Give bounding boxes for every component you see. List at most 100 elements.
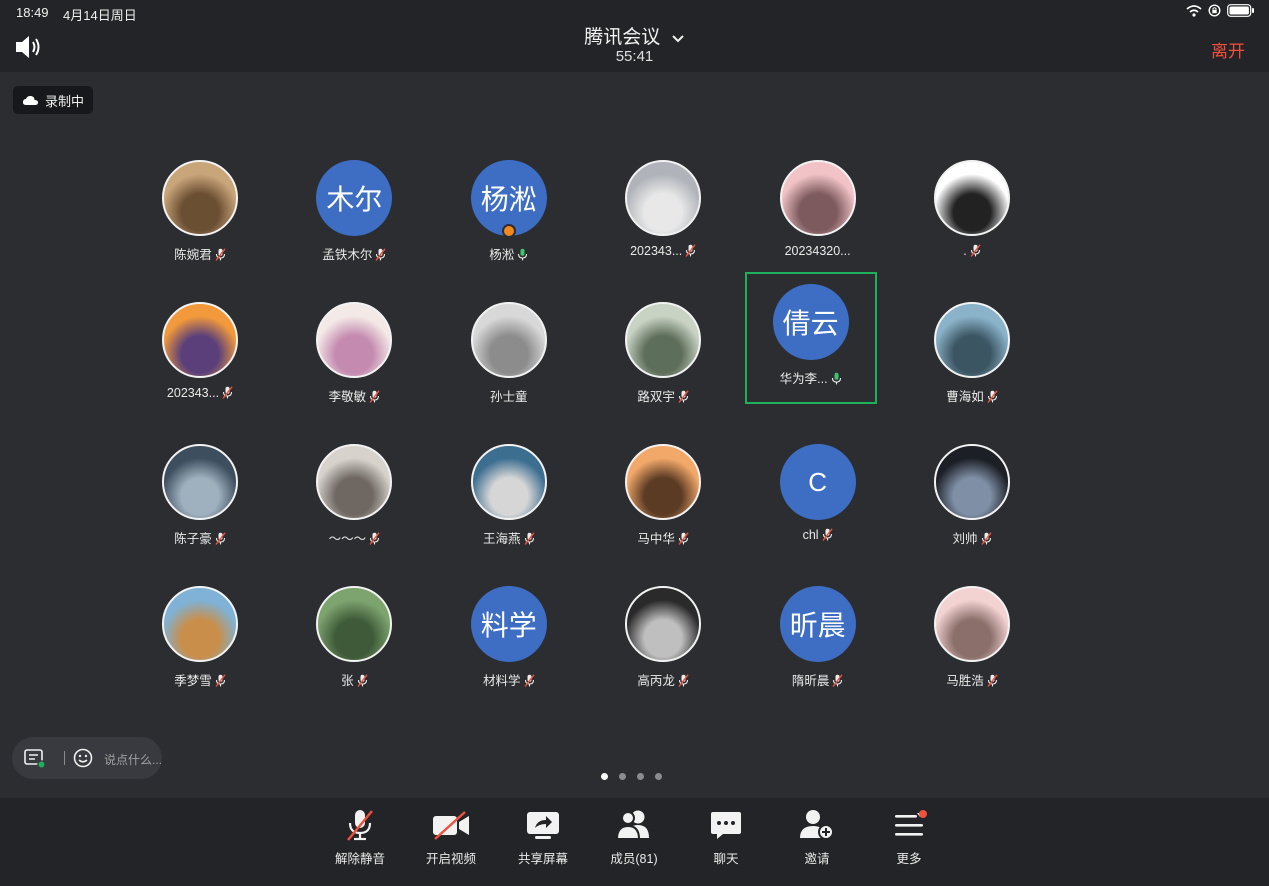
more-button[interactable]: 更多	[869, 808, 949, 867]
participant-tile[interactable]: 倩云 华为李...	[744, 272, 877, 404]
recording-badge[interactable]: 录制中	[13, 86, 93, 114]
invite-label: 邀请	[804, 852, 830, 866]
participant-avatar	[162, 444, 238, 520]
participant-tile[interactable]: 高丙龙	[597, 586, 729, 718]
screen-lock-icon	[1208, 4, 1221, 17]
participant-name: 马胜浩	[895, 670, 1049, 689]
start-video-label: 开启视频	[425, 852, 476, 866]
cloud-icon	[22, 95, 38, 105]
participant-name: ～～～	[277, 528, 431, 547]
participant-tile[interactable]: 季梦雪	[134, 586, 266, 718]
participant-tile[interactable]: 料学材料学	[443, 586, 575, 718]
participant-avatar	[779, 160, 856, 236]
participant-name-text: 王海燕	[483, 532, 521, 546]
participant-tile[interactable]: 202343...	[597, 160, 729, 292]
more-label: 更多	[896, 852, 922, 866]
chat-input-pill[interactable]: 说点什么...	[12, 737, 162, 779]
participant-tile[interactable]: 刘帅	[906, 444, 1038, 576]
participant-tile[interactable]: 马中华	[597, 444, 729, 576]
participant-tile[interactable]: 杨淞 杨淞	[443, 160, 575, 292]
participant-tile[interactable]: 王海燕	[443, 444, 575, 576]
participant-tile[interactable]: 孙士童	[443, 302, 575, 434]
divider	[64, 751, 65, 765]
participant-tile[interactable]: 202343...	[134, 302, 266, 434]
share-screen-icon	[527, 812, 559, 839]
participant-name: 陈婉君	[123, 244, 277, 263]
participant-avatar	[316, 444, 393, 520]
participant-avatar	[316, 586, 393, 662]
share-screen-button[interactable]: 共享屏幕	[503, 808, 583, 867]
participant-avatar	[934, 302, 1010, 378]
participant-name: 曹海如	[895, 386, 1049, 405]
invite-button[interactable]: 邀请	[777, 808, 857, 867]
participant-name: chl	[741, 528, 895, 542]
participant-name: 李敬敏	[277, 386, 431, 405]
participant-tile[interactable]: .	[906, 160, 1038, 292]
participant-tile[interactable]: 曹海如	[906, 302, 1038, 434]
participant-avatar	[934, 160, 1010, 236]
participant-name: 刘帅	[895, 528, 1049, 547]
members-icon	[615, 810, 649, 840]
participant-tile[interactable]: 陈婉君	[134, 160, 266, 292]
participant-tile[interactable]: 李敬敏	[288, 302, 420, 434]
meeting-title-button[interactable]: 腾讯会议	[0, 22, 1269, 49]
participant-avatar	[625, 444, 702, 520]
mic-off-icon	[970, 244, 981, 257]
members-label: 成员(81)	[610, 852, 658, 866]
mic-off-icon	[685, 244, 696, 257]
page-dot[interactable]	[637, 773, 644, 780]
unmute-button[interactable]: 解除静音	[320, 808, 400, 867]
participant-tile[interactable]: 路双宇	[597, 302, 729, 434]
participant-tile[interactable]: 昕晨 隋昕晨	[752, 586, 884, 718]
video-off-icon	[433, 811, 469, 840]
emoji-icon[interactable]	[73, 748, 93, 768]
meeting-timer: 55:41	[615, 48, 654, 65]
participant-name: 高丙龙	[586, 670, 740, 689]
participant-avatar	[625, 160, 702, 236]
participant-name: 华为李...	[734, 368, 888, 387]
mic-off-icon	[215, 248, 226, 261]
participant-name-text: 20234320...	[784, 244, 851, 258]
page-dot[interactable]	[619, 773, 626, 780]
page-dot[interactable]	[601, 773, 608, 780]
mic-off-icon	[215, 532, 226, 545]
chat-button[interactable]: 聊天	[686, 808, 766, 867]
mic-off-icon	[222, 386, 233, 399]
participant-tile[interactable]: 张	[288, 586, 420, 718]
participant-name-text: 张	[341, 674, 354, 688]
start-video-button[interactable]: 开启视频	[411, 808, 491, 867]
chat-bubble-icon	[711, 812, 741, 839]
participant-tile[interactable]: Cchl	[752, 444, 884, 576]
participant-name: 材料学	[432, 670, 586, 689]
participant-name-text: 202343...	[630, 244, 683, 258]
participant-avatar: 料学	[470, 586, 547, 662]
participant-name-text: ～～～	[328, 532, 367, 546]
participant-tile[interactable]: 陈子豪	[134, 444, 266, 576]
recording-label: 录制中	[45, 93, 85, 109]
leave-button[interactable]: 离开	[1211, 37, 1245, 62]
mic-off-icon	[357, 674, 368, 687]
page-dot[interactable]	[655, 773, 662, 780]
mic-off-icon	[523, 532, 535, 545]
chat-list-icon[interactable]	[24, 749, 46, 769]
participant-avatar	[470, 444, 547, 520]
participant-avatar: C	[779, 444, 856, 520]
page-indicator[interactable]	[601, 773, 662, 780]
status-icons	[1186, 4, 1255, 17]
participant-avatar	[625, 302, 702, 378]
mic-off-icon	[678, 390, 689, 403]
members-button[interactable]: 成员(81)	[594, 808, 674, 867]
participant-tile[interactable]: ～～～	[288, 444, 420, 576]
wifi-icon	[1186, 4, 1202, 17]
participant-tile[interactable]: 马胜浩	[906, 586, 1038, 718]
participant-avatar	[162, 160, 238, 236]
participant-name-text: 材料学	[483, 674, 521, 688]
participant-name-text: 季梦雪	[174, 674, 212, 688]
participant-name: 王海燕	[432, 528, 586, 547]
add-user-icon	[800, 810, 834, 840]
notification-dot	[919, 810, 927, 818]
participant-avatar	[162, 586, 238, 662]
mic-off-icon	[678, 532, 689, 545]
chat-placeholder[interactable]: 说点什么...	[104, 751, 162, 768]
participant-tile[interactable]: 木尔 孟铁木尔	[288, 160, 420, 292]
